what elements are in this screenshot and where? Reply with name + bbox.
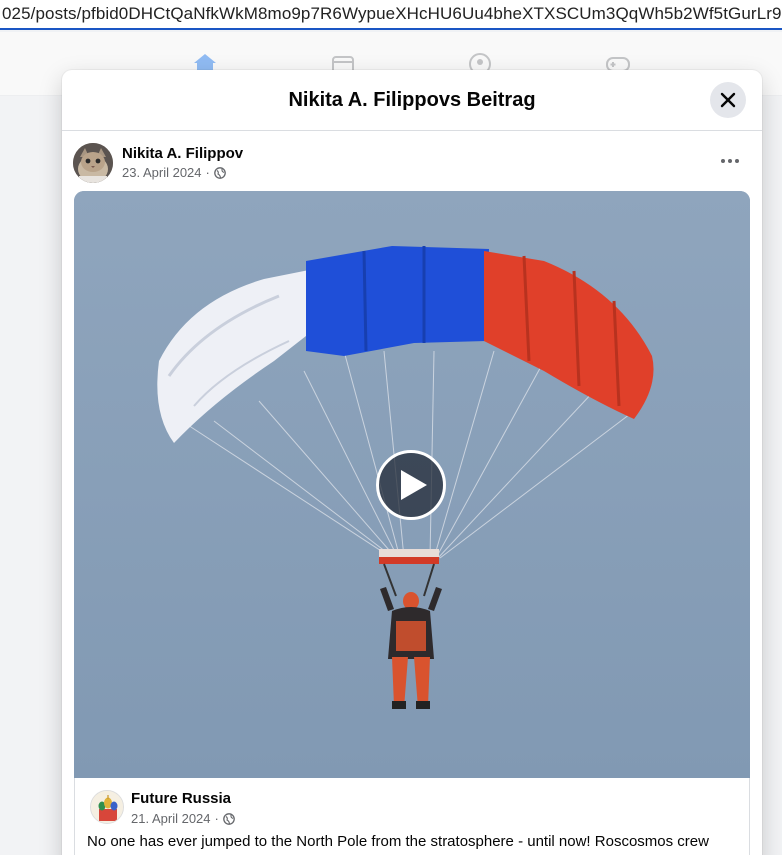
dialog-title: Nikita A. Filippovs Beitrag xyxy=(288,88,536,111)
post-author[interactable]: Nikita A. Filippov xyxy=(122,145,243,162)
globe-icon xyxy=(223,812,235,825)
post-meta: 23. April 2024 · xyxy=(122,165,226,180)
shared-post-text: No one has ever jumped to the North Pole… xyxy=(87,833,709,850)
play-icon xyxy=(401,470,427,500)
dialog-header: Nikita A. Filippovs Beitrag xyxy=(62,70,762,131)
meta-separator: · xyxy=(205,165,210,180)
meta-separator: · xyxy=(214,811,219,826)
close-button[interactable] xyxy=(710,82,746,118)
globe-icon xyxy=(214,166,226,179)
post-date[interactable]: 23. April 2024 xyxy=(122,165,202,180)
avatar[interactable] xyxy=(73,143,113,183)
url-text[interactable]: 025/posts/pfbid0DHCtQaNfkWkM8mo9p7R6Wypu… xyxy=(0,0,782,28)
shared-avatar[interactable] xyxy=(90,790,124,824)
address-bar[interactable]: 025/posts/pfbid0DHCtQaNfkWkM8mo9p7R6Wypu… xyxy=(0,0,782,30)
post-header: Nikita A. Filippov 23. April 2024 · xyxy=(62,131,762,191)
post-video[interactable] xyxy=(74,191,750,778)
shared-post-card[interactable]: Future Russia 21. April 2024 · No one ha… xyxy=(74,778,750,855)
post-dialog: Nikita A. Filippovs Beitrag Nikita A. Fi… xyxy=(62,70,762,855)
more-options-button[interactable] xyxy=(712,147,748,175)
more-options-icon xyxy=(721,159,739,163)
shared-meta: 21. April 2024 · xyxy=(131,811,235,826)
shared-date[interactable]: 21. April 2024 xyxy=(131,811,211,826)
play-button[interactable] xyxy=(376,450,446,520)
close-icon xyxy=(720,92,736,108)
shared-author[interactable]: Future Russia xyxy=(131,790,231,807)
